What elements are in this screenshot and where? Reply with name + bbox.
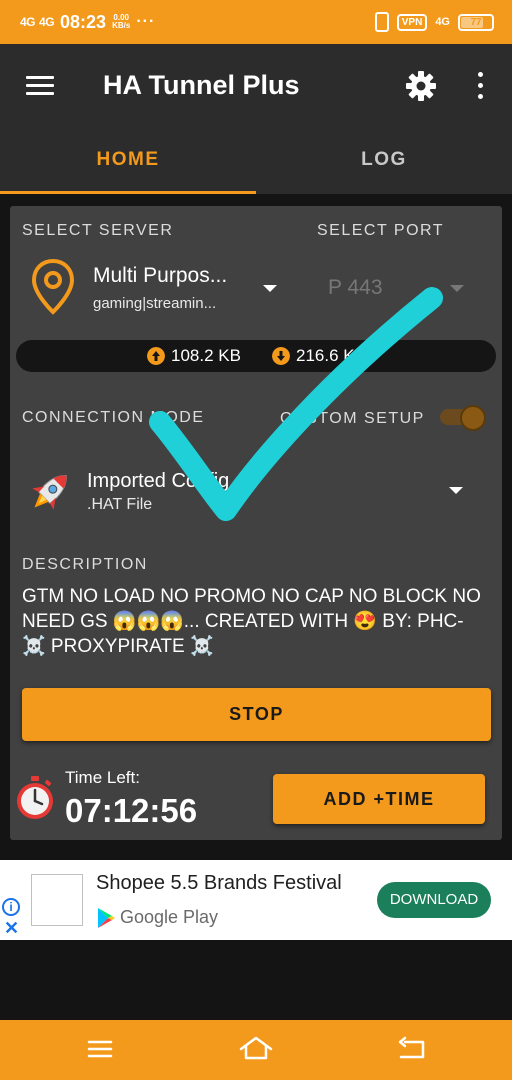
custom-setup-label: CUSTOM SETUP (280, 410, 425, 427)
network-type: 4G (435, 16, 450, 28)
battery-icon: 77 (458, 13, 494, 31)
custom-setup-toggle[interactable] (440, 405, 486, 431)
description-label: DESCRIPTION (22, 556, 148, 573)
system-nav-bar (0, 1020, 512, 1080)
stopwatch-icon (17, 776, 53, 819)
main-card: SELECT SERVER SELECT PORT Multi Purpos..… (10, 206, 502, 840)
select-server-label: SELECT SERVER (22, 222, 174, 239)
network-speed-unit: KB/s (112, 21, 131, 30)
gear-icon[interactable] (405, 70, 437, 102)
location-pin-icon (31, 258, 75, 315)
vpn-badge: VPN (396, 13, 428, 31)
google-play-icon (98, 908, 115, 928)
recents-icon[interactable] (82, 1034, 118, 1064)
signal-indicator-1: 4G (20, 15, 36, 29)
time-left-value: 07:12:56 (65, 792, 198, 829)
ad-info-icon[interactable]: i (2, 898, 20, 916)
signal-indicator-2: 4G (39, 15, 55, 29)
ad-image-placeholder (31, 874, 83, 926)
description-text: GTM NO LOAD NO PROMO NO CAP NO BLOCK NO … (22, 586, 481, 657)
close-icon[interactable]: ✕ (4, 918, 19, 939)
server-dropdown-icon[interactable] (263, 285, 277, 292)
app-title: HA Tunnel Plus (103, 70, 300, 100)
time-left-label: Time Left: (65, 768, 140, 787)
add-time-button[interactable]: ADD +TIME (273, 774, 485, 824)
tab-bar: HOME LOG (0, 128, 512, 194)
upload-icon (147, 347, 165, 365)
status-bar: 4G 4G 08:23 0.00 KB/s ··· VPN 4G 77 (0, 0, 512, 44)
download-value: 216.6 KB (296, 346, 366, 365)
upload-value: 108.2 KB (171, 346, 241, 365)
ad-title: Shopee 5.5 Brands Festival (96, 872, 342, 894)
connection-mode-label: CONNECTION MODE (22, 409, 205, 426)
tab-indicator (0, 191, 256, 194)
download-button[interactable]: DOWNLOAD (377, 882, 491, 918)
upload-stat: 108.2 KB (147, 346, 241, 366)
server-subtitle: gaming|streamin... (93, 295, 217, 312)
connection-mode-subtitle: .HAT File (87, 496, 153, 513)
connection-dropdown-icon[interactable] (449, 487, 463, 494)
select-port-label: SELECT PORT (317, 222, 445, 239)
back-icon[interactable] (393, 1034, 429, 1064)
transfer-stats: 108.2 KB 216.6 KB (16, 340, 496, 372)
overflow-menu-icon[interactable] (470, 72, 490, 100)
app-bar: HA Tunnel Plus (0, 44, 512, 128)
download-stat: 216.6 KB (272, 346, 366, 366)
ad-store-name: Google Play (120, 907, 219, 927)
more-notifications-icon: ··· (136, 13, 156, 30)
battery-level: 77 (470, 16, 482, 28)
tab-log[interactable]: LOG (256, 128, 512, 194)
home-icon[interactable] (238, 1034, 274, 1064)
network-speed: 0.00 KB/s (112, 14, 130, 30)
status-time: 08:23 (60, 11, 107, 32)
vibrate-icon (374, 12, 389, 32)
connection-mode-name[interactable]: Imported Config (87, 470, 229, 493)
download-icon (272, 347, 290, 365)
port-value[interactable]: P 443 (328, 276, 383, 300)
port-dropdown-icon[interactable] (450, 285, 464, 292)
menu-icon[interactable] (26, 76, 54, 96)
stop-button[interactable]: STOP (22, 688, 491, 741)
rocket-icon (32, 475, 67, 510)
server-name[interactable]: Multi Purpos... (93, 264, 227, 288)
ad-banner[interactable]: i ✕ Shopee 5.5 Brands Festival Google Pl… (0, 860, 512, 940)
tab-home[interactable]: HOME (0, 128, 256, 194)
